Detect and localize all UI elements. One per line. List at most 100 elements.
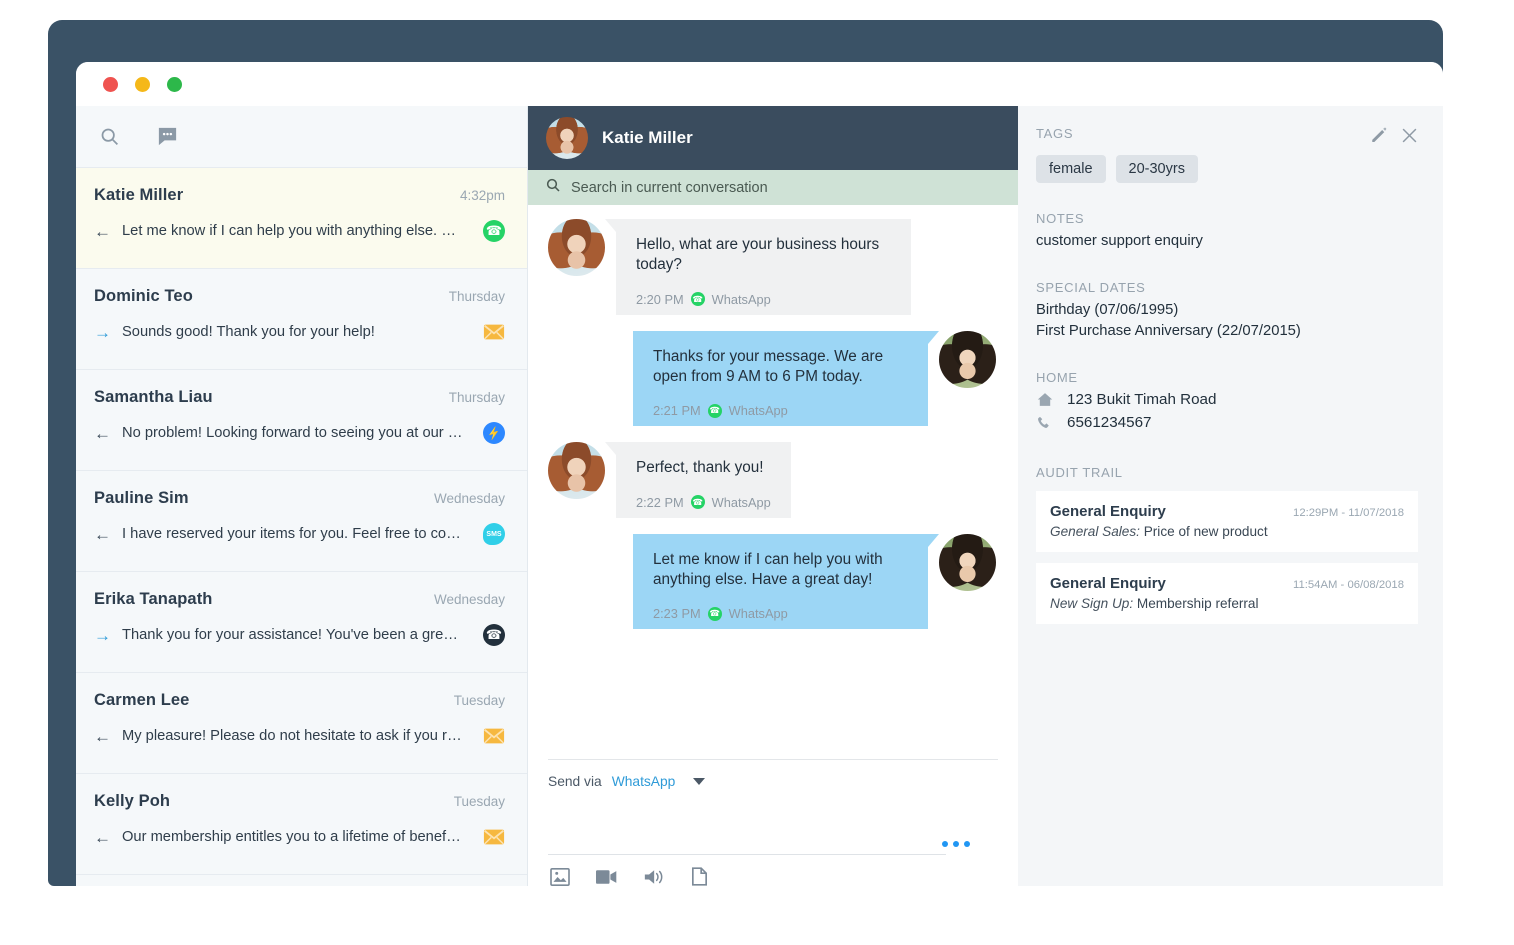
special-date-item: Birthday (07/06/1995) (1036, 302, 1179, 318)
close-icon[interactable] (1401, 127, 1418, 144)
image-icon[interactable] (550, 867, 570, 886)
notes-section: NOTES customer support enquiry (1036, 211, 1418, 252)
phone-icon (1036, 415, 1053, 430)
window-maximize-button[interactable] (167, 77, 182, 92)
whatsapp-icon (707, 606, 722, 621)
audit-trail-list: General Enquiry 12:29PM - 11/07/2018 Gener… (1036, 491, 1418, 624)
message-text: Let me know if I can help you with anyth… (653, 550, 883, 589)
conversation-list-item[interactable]: Katie Miller 4:32pm ← Let me know if I can … (76, 168, 527, 269)
conversation-preview-text: Let me know if I can help you with anyth… (122, 223, 472, 239)
message-out: Thanks for your message. We are open fro… (548, 330, 996, 427)
conversation-contact-name: Dominic Teo (94, 287, 193, 305)
home-detail-value: 123 Bukit Timah Road (1067, 391, 1217, 408)
tags-header: TAGS (1036, 126, 1418, 144)
window-close-button[interactable] (103, 77, 118, 92)
conversation-timestamp: Tuesday (453, 794, 505, 809)
conversation-preview-text: Thank you for your assistance! You've be… (122, 627, 472, 643)
special-dates-list: Birthday (07/06/1995) First Purchase Anni… (1036, 300, 1418, 342)
audit-entry-timestamp: 12:29PM - 11/07/2018 (1293, 507, 1404, 519)
conversation-timestamp: Thursday (448, 289, 505, 304)
message-composer: Send via WhatsApp (528, 759, 1018, 886)
conversation-list-item[interactable]: Samantha Liau Thursday ← No problem! Lookin… (76, 370, 527, 471)
audit-entry-detail: Price of new product (1143, 524, 1268, 539)
send-via-selector[interactable]: Send via WhatsApp (548, 760, 998, 799)
contact-name: Katie Miller (602, 128, 693, 147)
special-dates-label: SPECIAL DATES (1036, 280, 1146, 295)
audit-entry-timestamp: 11:54AM - 06/08/2018 (1293, 579, 1404, 591)
home-details-list: 123 Bukit Timah Road 6561234567 (1036, 391, 1418, 431)
message-out: Let me know if I can help you with anyth… (548, 533, 996, 630)
whatsapp-icon (690, 495, 705, 510)
special-date-item: First Purchase Anniversary (22/07/2015) (1036, 323, 1301, 339)
channel-email-icon (483, 321, 505, 343)
conversation-list-item[interactable]: Erika Tanapath Wednesday → Thank you for yo… (76, 572, 527, 673)
tag-chip[interactable]: female (1036, 155, 1106, 183)
message-avatar (939, 533, 996, 591)
conversation-list-toolbar (76, 106, 527, 168)
audit-entry[interactable]: General Enquiry 12:29PM - 11/07/2018 Gener… (1036, 491, 1418, 552)
channel-call-icon (483, 624, 505, 646)
tags-label: TAGS (1036, 126, 1074, 141)
conversation-preview-text: Sounds good! Thank you for your help! (122, 324, 375, 340)
document-icon[interactable] (692, 867, 707, 886)
conversation-list-item[interactable]: Kelly Poh Tuesday ← Our membership entitles… (76, 774, 527, 875)
tag-chip[interactable]: 20-30yrs (1115, 155, 1198, 183)
audit-entry[interactable]: General Enquiry 11:54AM - 06/08/2018 New S… (1036, 563, 1418, 624)
conversation-list-item[interactable]: Dominic Teo Thursday → Sounds good! Thank y… (76, 269, 527, 370)
conversation-list-item[interactable]: Carmen Lee Tuesday ← My pleasure! Please do… (76, 673, 527, 774)
conversation-timestamp: Tuesday (453, 693, 505, 708)
channel-email-icon (483, 826, 505, 848)
message-in: Perfect, thank you! 2:22 PM WhatsApp (548, 442, 996, 518)
attachment-toolbar (548, 855, 998, 886)
message-thread[interactable]: Hello, what are your business hours toda… (528, 205, 1018, 759)
app-window: Katie Miller 4:32pm ← Let me know if I can … (76, 62, 1443, 886)
message-bubble: Perfect, thank you! 2:22 PM WhatsApp (605, 442, 791, 518)
message-bubble: Thanks for your message. We are open fro… (633, 330, 939, 427)
message-avatar (939, 330, 996, 388)
typing-indicator (942, 841, 970, 847)
conversation-search-bar[interactable]: Search in current conversation (528, 170, 1018, 205)
audit-trail-label: AUDIT TRAIL (1036, 465, 1123, 480)
direction-arrow-icon: → (94, 322, 111, 342)
conversation-contact-name: Pauline Sim (94, 489, 189, 507)
send-via-label: Send via (548, 774, 602, 789)
audit-entry-category: General Sales: (1050, 524, 1140, 539)
message-input-wrapper[interactable] (548, 799, 998, 855)
channel-sms-icon (483, 523, 505, 545)
message-input-underline (548, 854, 946, 855)
conversation-contact-name: Samantha Liau (94, 388, 213, 406)
chat-bubble-icon[interactable] (154, 124, 180, 150)
message-channel: WhatsApp (711, 494, 771, 510)
send-via-value[interactable]: WhatsApp (612, 774, 676, 789)
direction-arrow-icon: ← (94, 221, 111, 241)
conversation-timestamp: 4:32pm (459, 188, 505, 203)
message-time: 2:22 PM (636, 494, 684, 510)
contact-profile-panel: TAGS female 20-30yrs NOTES customer suppo… (1018, 106, 1443, 886)
notes-value[interactable]: customer support enquiry (1036, 231, 1418, 252)
home-detail-row: 123 Bukit Timah Road (1036, 391, 1418, 408)
channel-whatsapp-icon (483, 220, 505, 242)
message-avatar (548, 442, 605, 500)
direction-arrow-icon: ← (94, 524, 111, 544)
pencil-icon[interactable] (1370, 126, 1388, 144)
audit-entry-detail: Membership referral (1136, 596, 1259, 611)
search-icon[interactable] (96, 124, 122, 150)
home-label: HOME (1036, 370, 1078, 385)
home-icon (1036, 392, 1053, 407)
conversation-contact-name: Kelly Poh (94, 792, 171, 810)
window-titlebar (76, 62, 1443, 106)
chevron-down-icon[interactable] (693, 778, 706, 785)
conversation-list-item[interactable]: Pauline Sim Wednesday ← I have reserved you… (76, 471, 527, 572)
special-dates-section: SPECIAL DATES Birthday (07/06/1995) First… (1036, 280, 1418, 342)
conversation-preview-text: Our membership entitles you to a lifetim… (122, 829, 472, 845)
message-bubble: Let me know if I can help you with anyth… (633, 533, 939, 630)
message-text: Perfect, thank you! (636, 459, 764, 477)
conversation-list-panel[interactable]: Katie Miller 4:32pm ← Let me know if I can … (76, 106, 528, 886)
video-icon[interactable] (596, 869, 618, 885)
direction-arrow-icon: ← (94, 423, 111, 443)
message-time: 2:20 PM (636, 291, 684, 307)
message-bubble: Hello, what are your business hours toda… (605, 219, 911, 315)
conversation-timestamp: Wednesday (433, 592, 505, 607)
audio-icon[interactable] (644, 868, 666, 886)
window-minimize-button[interactable] (135, 77, 150, 92)
